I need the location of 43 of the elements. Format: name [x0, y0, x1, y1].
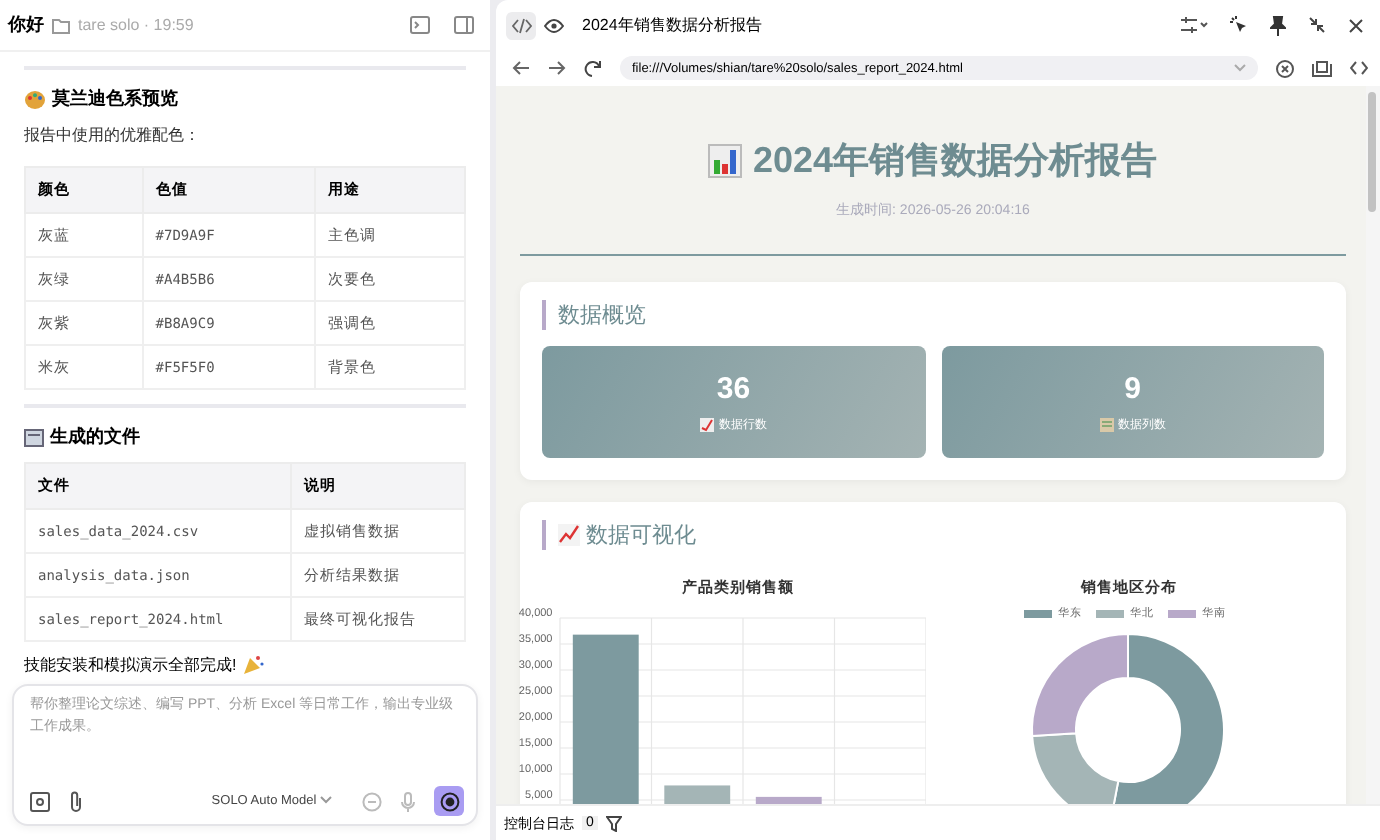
eye-icon: [543, 17, 563, 33]
chevron-down-icon: [320, 796, 332, 804]
terminal-icon[interactable]: [410, 16, 430, 34]
bar-chart-icon: [708, 143, 743, 177]
pin-icon[interactable]: [1270, 15, 1286, 35]
intro-text: 报告中使用的优雅配色：: [24, 124, 202, 146]
completion-message: 技能安装和模拟演示全部完成!: [24, 654, 237, 676]
card-heading: 数据概览: [542, 300, 1324, 330]
stop-icon[interactable]: [1276, 59, 1294, 77]
stat-value: 36: [716, 371, 751, 405]
send-button[interactable]: [434, 786, 464, 816]
close-icon[interactable]: [1348, 17, 1364, 33]
chat-title: 你好: [8, 12, 44, 38]
section-heading: 生成的文件: [50, 424, 140, 450]
screenshot-icon[interactable]: [30, 791, 50, 811]
pointer-icon[interactable]: [1230, 16, 1248, 34]
stat-value: 9: [1124, 371, 1141, 405]
party-popper-icon: [242, 654, 265, 676]
filter-icon[interactable]: [605, 815, 622, 831]
report-title: 2024年销售数据分析报告: [752, 138, 1158, 184]
collapse-icon[interactable]: [1308, 16, 1326, 34]
preview-title: 2024年销售数据分析报告: [582, 14, 762, 36]
chart-bar: [756, 796, 823, 804]
project-info: tare solo · 19:59: [78, 16, 194, 34]
back-icon[interactable]: [512, 60, 530, 76]
section-heading: 莫兰迪色系预览: [52, 86, 178, 112]
reload-icon[interactable]: [584, 59, 602, 77]
ledger-icon: [1099, 417, 1114, 431]
folder-icon: [52, 17, 70, 33]
panel-icon[interactable]: [454, 16, 474, 34]
sliders-icon[interactable]: [1180, 16, 1208, 34]
code-view-tab[interactable]: [506, 11, 536, 39]
code-icon: [511, 17, 531, 33]
trend-chart-icon: [558, 524, 580, 546]
file-box-icon: [24, 427, 44, 447]
card-heading: 数据可视化: [586, 522, 696, 550]
scrollbar-thumb[interactable]: [1368, 92, 1376, 212]
chart-bar: [664, 785, 731, 804]
palette-icon: [24, 89, 46, 109]
memo-icon: [700, 417, 715, 431]
paperclip-icon[interactable]: [68, 790, 84, 812]
code-icon[interactable]: [1350, 60, 1368, 76]
forward-icon[interactable]: [548, 60, 566, 76]
